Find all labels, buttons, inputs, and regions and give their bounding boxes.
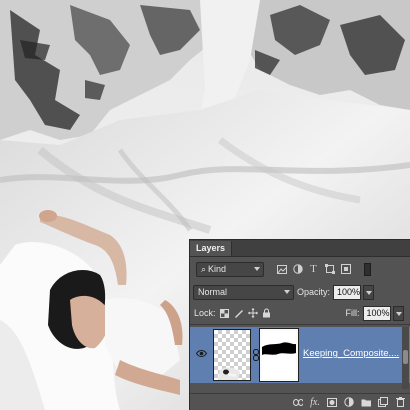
layer-mask-thumbnail[interactable] [259,328,299,382]
type-filter-icon[interactable]: T [308,263,319,275]
layer-row[interactable]: Keeping_Composite.... [190,327,410,383]
adjustment-layer-icon[interactable] [344,397,354,407]
fill-label: Fill: [345,308,360,318]
filter-kind-label: Kind [208,264,227,274]
filter-toggle-switch[interactable] [364,262,371,276]
link-layers-icon[interactable] [293,397,303,407]
fx-icon[interactable]: fx. [310,397,320,408]
blend-mode-dropdown[interactable]: Normal [193,284,294,300]
opacity-label: Opacity: [297,287,331,297]
layers-panel: Layers ⌕ Kind T Normal Opacity: 100% Loc… [189,239,410,410]
chain-link-icon[interactable] [253,349,259,361]
lock-label: Lock: [194,308,216,318]
fill-field[interactable]: 100% [362,305,391,321]
chevron-down-icon [254,266,260,271]
lock-position-icon[interactable] [247,308,258,318]
lock-image-pixels-icon[interactable] [234,308,244,318]
eye-icon[interactable] [195,349,208,358]
scrollbar-thumb[interactable] [403,350,408,364]
delete-layer-icon[interactable] [395,397,405,407]
lock-all-icon[interactable] [262,308,272,318]
opacity-slider-toggle[interactable] [363,284,375,300]
search-icon: ⌕ [201,263,207,274]
new-layer-icon[interactable] [378,397,388,407]
filter-kind-dropdown[interactable]: ⌕ Kind [196,261,264,277]
layer-thumbnail[interactable] [213,329,251,381]
image-filter-icon[interactable] [276,264,287,275]
smart-object-filter-icon[interactable] [340,264,351,275]
filter-row: ⌕ Kind T [190,258,410,280]
layers-bottom-toolbar: fx. [190,393,410,410]
divider [190,324,410,325]
new-group-icon[interactable] [361,397,371,407]
layer-thumbnail-image [218,367,240,380]
panel-tab-bar: Layers [190,240,410,257]
tab-layers[interactable]: Layers [190,241,233,256]
layer-name[interactable]: Keeping_Composite.... [303,348,399,359]
add-mask-icon[interactable] [327,397,337,407]
blend-mode-value: Normal [198,287,228,297]
chevron-down-icon [284,289,290,294]
blend-row: Normal Opacity: 100% [190,281,410,303]
lock-row: Lock: Fill: 100% [190,302,410,324]
fill-slider-toggle[interactable] [392,305,404,321]
adjustment-filter-icon[interactable] [292,264,303,275]
lock-transparent-pixels-icon[interactable] [220,308,230,318]
opacity-field[interactable]: 100% [333,284,362,300]
mask-shape [262,342,296,355]
shape-filter-icon[interactable] [324,264,335,275]
